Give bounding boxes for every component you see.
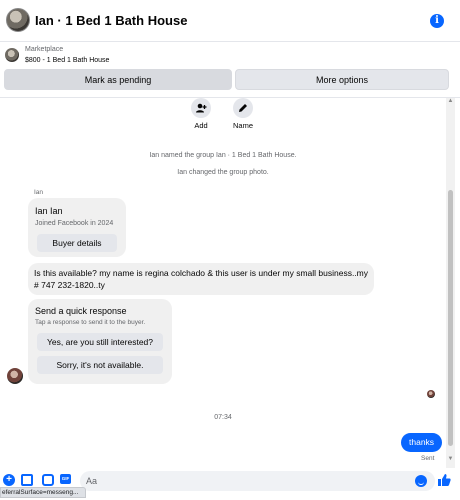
- status-bar-url: eferralSurface=messeng...: [0, 487, 86, 498]
- read-receipt-avatar: [427, 390, 435, 398]
- message-text: Is this available? my name is regina col…: [34, 268, 369, 290]
- scroll-up-arrow-icon[interactable]: ▲: [447, 98, 454, 106]
- marketplace-label: Marketplace: [25, 46, 64, 53]
- info-icon[interactable]: i: [430, 14, 444, 28]
- buyer-joined: Joined Facebook in 2024: [35, 220, 114, 227]
- emoji-icon[interactable]: [415, 475, 427, 487]
- message-bubble: Is this available? my name is regina col…: [28, 263, 374, 295]
- plus-icon[interactable]: +: [3, 474, 15, 486]
- add-label: Add: [194, 121, 208, 130]
- add-user-icon: [191, 98, 211, 118]
- quick-response-option[interactable]: Yes, are you still interested?: [37, 333, 163, 351]
- message-thread: Add Name Ian named the group Ian · 1 Bed…: [0, 98, 446, 468]
- listing-title[interactable]: $800 - 1 Bed 1 Bath House: [25, 57, 109, 64]
- more-options-button[interactable]: More options: [235, 69, 449, 90]
- scrollbar-thumb[interactable]: [448, 190, 453, 446]
- add-people-action[interactable]: Add: [187, 98, 215, 130]
- system-message: Ian named the group Ian · 1 Bed 1 Bath H…: [149, 152, 297, 159]
- pencil-icon: [233, 98, 253, 118]
- quick-response-option[interactable]: Sorry, it's not available.: [37, 356, 163, 374]
- name-label: Name: [232, 121, 253, 130]
- scroll-down-arrow-icon[interactable]: ▼: [447, 456, 454, 464]
- quick-response-subtitle: Tap a response to send it to the buyer.: [35, 319, 146, 326]
- mark-as-pending-button[interactable]: Mark as pending: [4, 69, 232, 90]
- quick-response-card: Send a quick response Tap a response to …: [28, 299, 172, 384]
- buyer-details-button[interactable]: Buyer details: [37, 234, 117, 252]
- name-group-action[interactable]: Name: [229, 98, 257, 130]
- outgoing-message-bubble: thanks: [401, 433, 443, 452]
- chat-header: Ian · 1 Bed 1 Bath House i: [0, 0, 460, 42]
- timestamp: 07:34: [214, 414, 232, 421]
- buyer-profile-card: Ian Ian Joined Facebook in 2024 Buyer de…: [28, 198, 126, 257]
- message-input-container: [80, 471, 435, 491]
- sticker-icon[interactable]: [42, 474, 54, 486]
- delivery-status: Sent: [421, 455, 435, 462]
- message-input[interactable]: [86, 474, 406, 488]
- buyer-name: Ian Ian: [35, 206, 63, 216]
- system-message: Ian changed the group photo.: [177, 169, 269, 176]
- marketplace-listing: Marketplace $800 - 1 Bed 1 Bath House Ma…: [0, 42, 460, 98]
- image-icon[interactable]: [21, 474, 33, 486]
- quick-response-title: Send a quick response: [35, 306, 127, 316]
- sender-name: Ian: [34, 189, 44, 196]
- scrollbar[interactable]: ▲ ▼: [446, 98, 455, 468]
- listing-thumbnail: [5, 48, 19, 62]
- group-avatar[interactable]: [6, 8, 30, 32]
- sender-avatar[interactable]: [7, 368, 23, 384]
- conversation-title[interactable]: Ian · 1 Bed 1 Bath House: [35, 13, 187, 28]
- gif-icon[interactable]: GIF: [60, 474, 71, 484]
- thumbs-up-icon[interactable]: [437, 473, 451, 487]
